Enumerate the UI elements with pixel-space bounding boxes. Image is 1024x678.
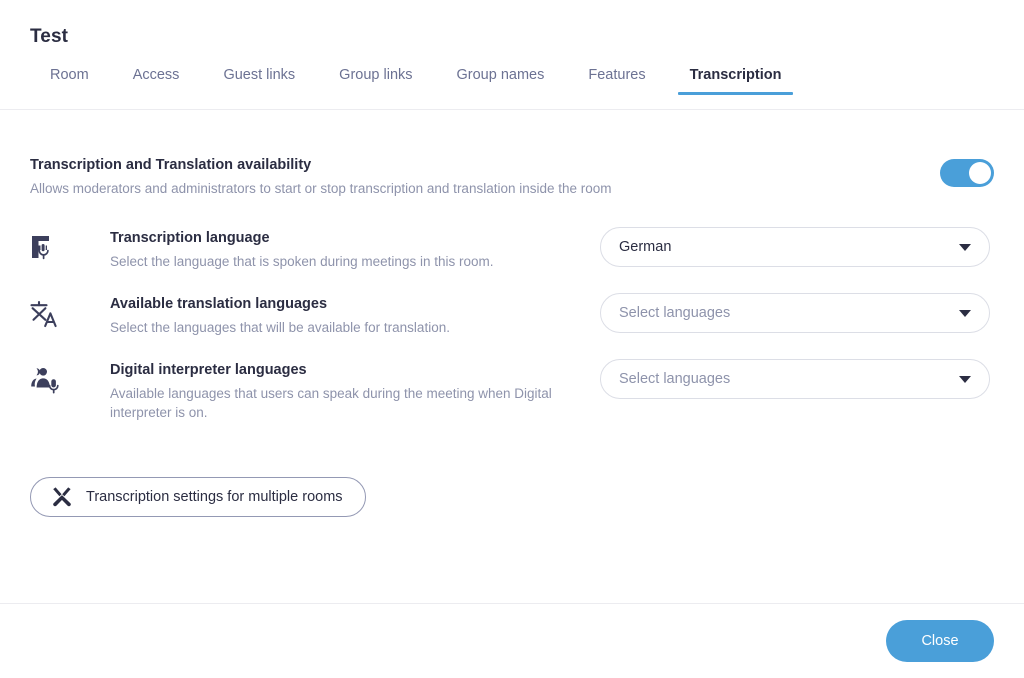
digital-interpreter-languages-select[interactable]: Select languages [600,359,990,399]
tab-group-links[interactable]: Group links [317,68,434,95]
setting-description: Select the language that is spoken durin… [110,252,570,271]
tab-bar: Room Access Guest links Group links Grou… [0,68,1024,110]
chevron-down-icon [959,244,971,251]
setting-description: Select the languages that will be availa… [110,318,570,337]
label-cell: Available translation languages Select t… [110,291,600,337]
select-value: Select languages [619,372,730,387]
select-value: German [619,240,671,255]
translation-languages-select[interactable]: Select languages [600,293,990,333]
dialog-header: Test [0,0,1024,49]
dialog-footer: Close [0,603,1024,678]
chevron-down-icon [959,376,971,383]
toggle-knob [969,162,991,184]
control-cell: Select languages [600,357,990,399]
tab-guest-links[interactable]: Guest links [201,68,317,95]
setting-description: Available languages that users can speak… [110,384,570,422]
tab-list: Room Access Guest links Group links Grou… [30,68,994,110]
select-value: Select languages [619,306,730,321]
availability-title: Transcription and Translation availabili… [30,156,612,174]
setting-row-translation-languages: Available translation languages Select t… [30,291,994,343]
tab-access[interactable]: Access [111,68,202,95]
availability-text: Transcription and Translation availabili… [30,156,612,198]
page-title: Test [30,26,994,49]
transcription-settings-multiple-rooms-button[interactable]: Transcription settings for multiple room… [30,477,366,517]
dialog-body: Transcription and Translation availabili… [0,110,1024,518]
icon-cell [30,225,110,262]
close-button[interactable]: Close [886,620,994,662]
tab-group-names[interactable]: Group names [435,68,567,95]
tab-room[interactable]: Room [30,68,111,95]
multi-room-button-label: Transcription settings for multiple room… [86,489,343,505]
tab-features[interactable]: Features [566,68,667,95]
control-cell: German [600,225,990,267]
transcription-availability-toggle[interactable] [940,159,994,187]
setting-title: Digital interpreter languages [110,361,580,380]
tab-bar-divider [0,109,1024,110]
availability-section: Transcription and Translation availabili… [30,110,994,198]
multi-room-button-wrap: Transcription settings for multiple room… [30,477,994,517]
tools-icon [51,486,73,508]
interpreter-people-mic-icon [30,366,60,394]
transcription-document-mic-icon [30,234,56,262]
tab-transcription[interactable]: Transcription [668,68,804,95]
transcription-language-select[interactable]: German [600,227,990,267]
setting-title: Available translation languages [110,295,580,314]
transcription-settings-dialog: Test Room Access Guest links Group links… [0,0,1024,678]
icon-cell [30,291,110,328]
label-cell: Digital interpreter languages Available … [110,357,600,422]
control-cell: Select languages [600,291,990,333]
icon-cell [30,357,110,394]
label-cell: Transcription language Select the langua… [110,225,600,271]
availability-description: Allows moderators and administrators to … [30,180,612,198]
setting-row-transcription-language: Transcription language Select the langua… [30,225,994,277]
translate-icon [30,300,58,328]
setting-row-digital-interpreter-languages: Digital interpreter languages Available … [30,357,994,422]
chevron-down-icon [959,310,971,317]
setting-title: Transcription language [110,229,580,248]
settings-list: Transcription language Select the langua… [30,225,994,422]
